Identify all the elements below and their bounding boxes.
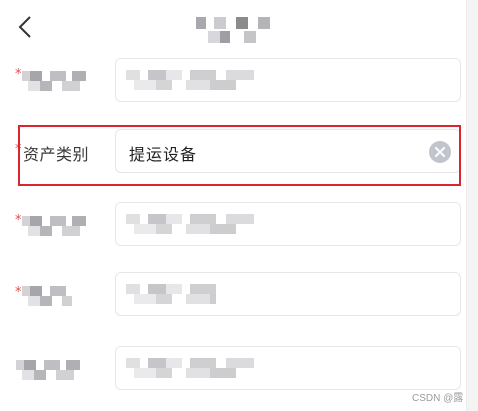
field-value-obscured xyxy=(126,69,276,91)
field-label-obscured xyxy=(22,284,72,306)
field-value-obscured xyxy=(126,213,276,235)
field-value-obscured xyxy=(126,357,256,379)
form-row-4: * xyxy=(0,272,466,316)
text-field-1[interactable] xyxy=(115,58,461,102)
highlight-box xyxy=(18,125,461,186)
required-mark: * xyxy=(15,285,22,300)
form-row-3: * xyxy=(0,202,466,246)
text-field-4[interactable] xyxy=(115,272,461,316)
field-value-obscured xyxy=(126,283,216,305)
field-label-obscured xyxy=(22,69,92,91)
field-label-obscured xyxy=(22,214,92,236)
back-button[interactable] xyxy=(14,14,36,40)
window-edge xyxy=(466,0,478,411)
field-label-obscured xyxy=(16,358,96,380)
text-field-3[interactable] xyxy=(115,202,461,246)
form-row-1: * xyxy=(0,58,466,102)
required-mark: * xyxy=(15,213,22,228)
text-field-5[interactable] xyxy=(115,346,461,390)
page-title-obscured xyxy=(196,15,276,45)
chevron-left-icon xyxy=(18,16,31,38)
form-row-5 xyxy=(0,346,466,390)
watermark: CSDN @露 xyxy=(412,393,464,404)
required-mark: * xyxy=(15,67,22,82)
